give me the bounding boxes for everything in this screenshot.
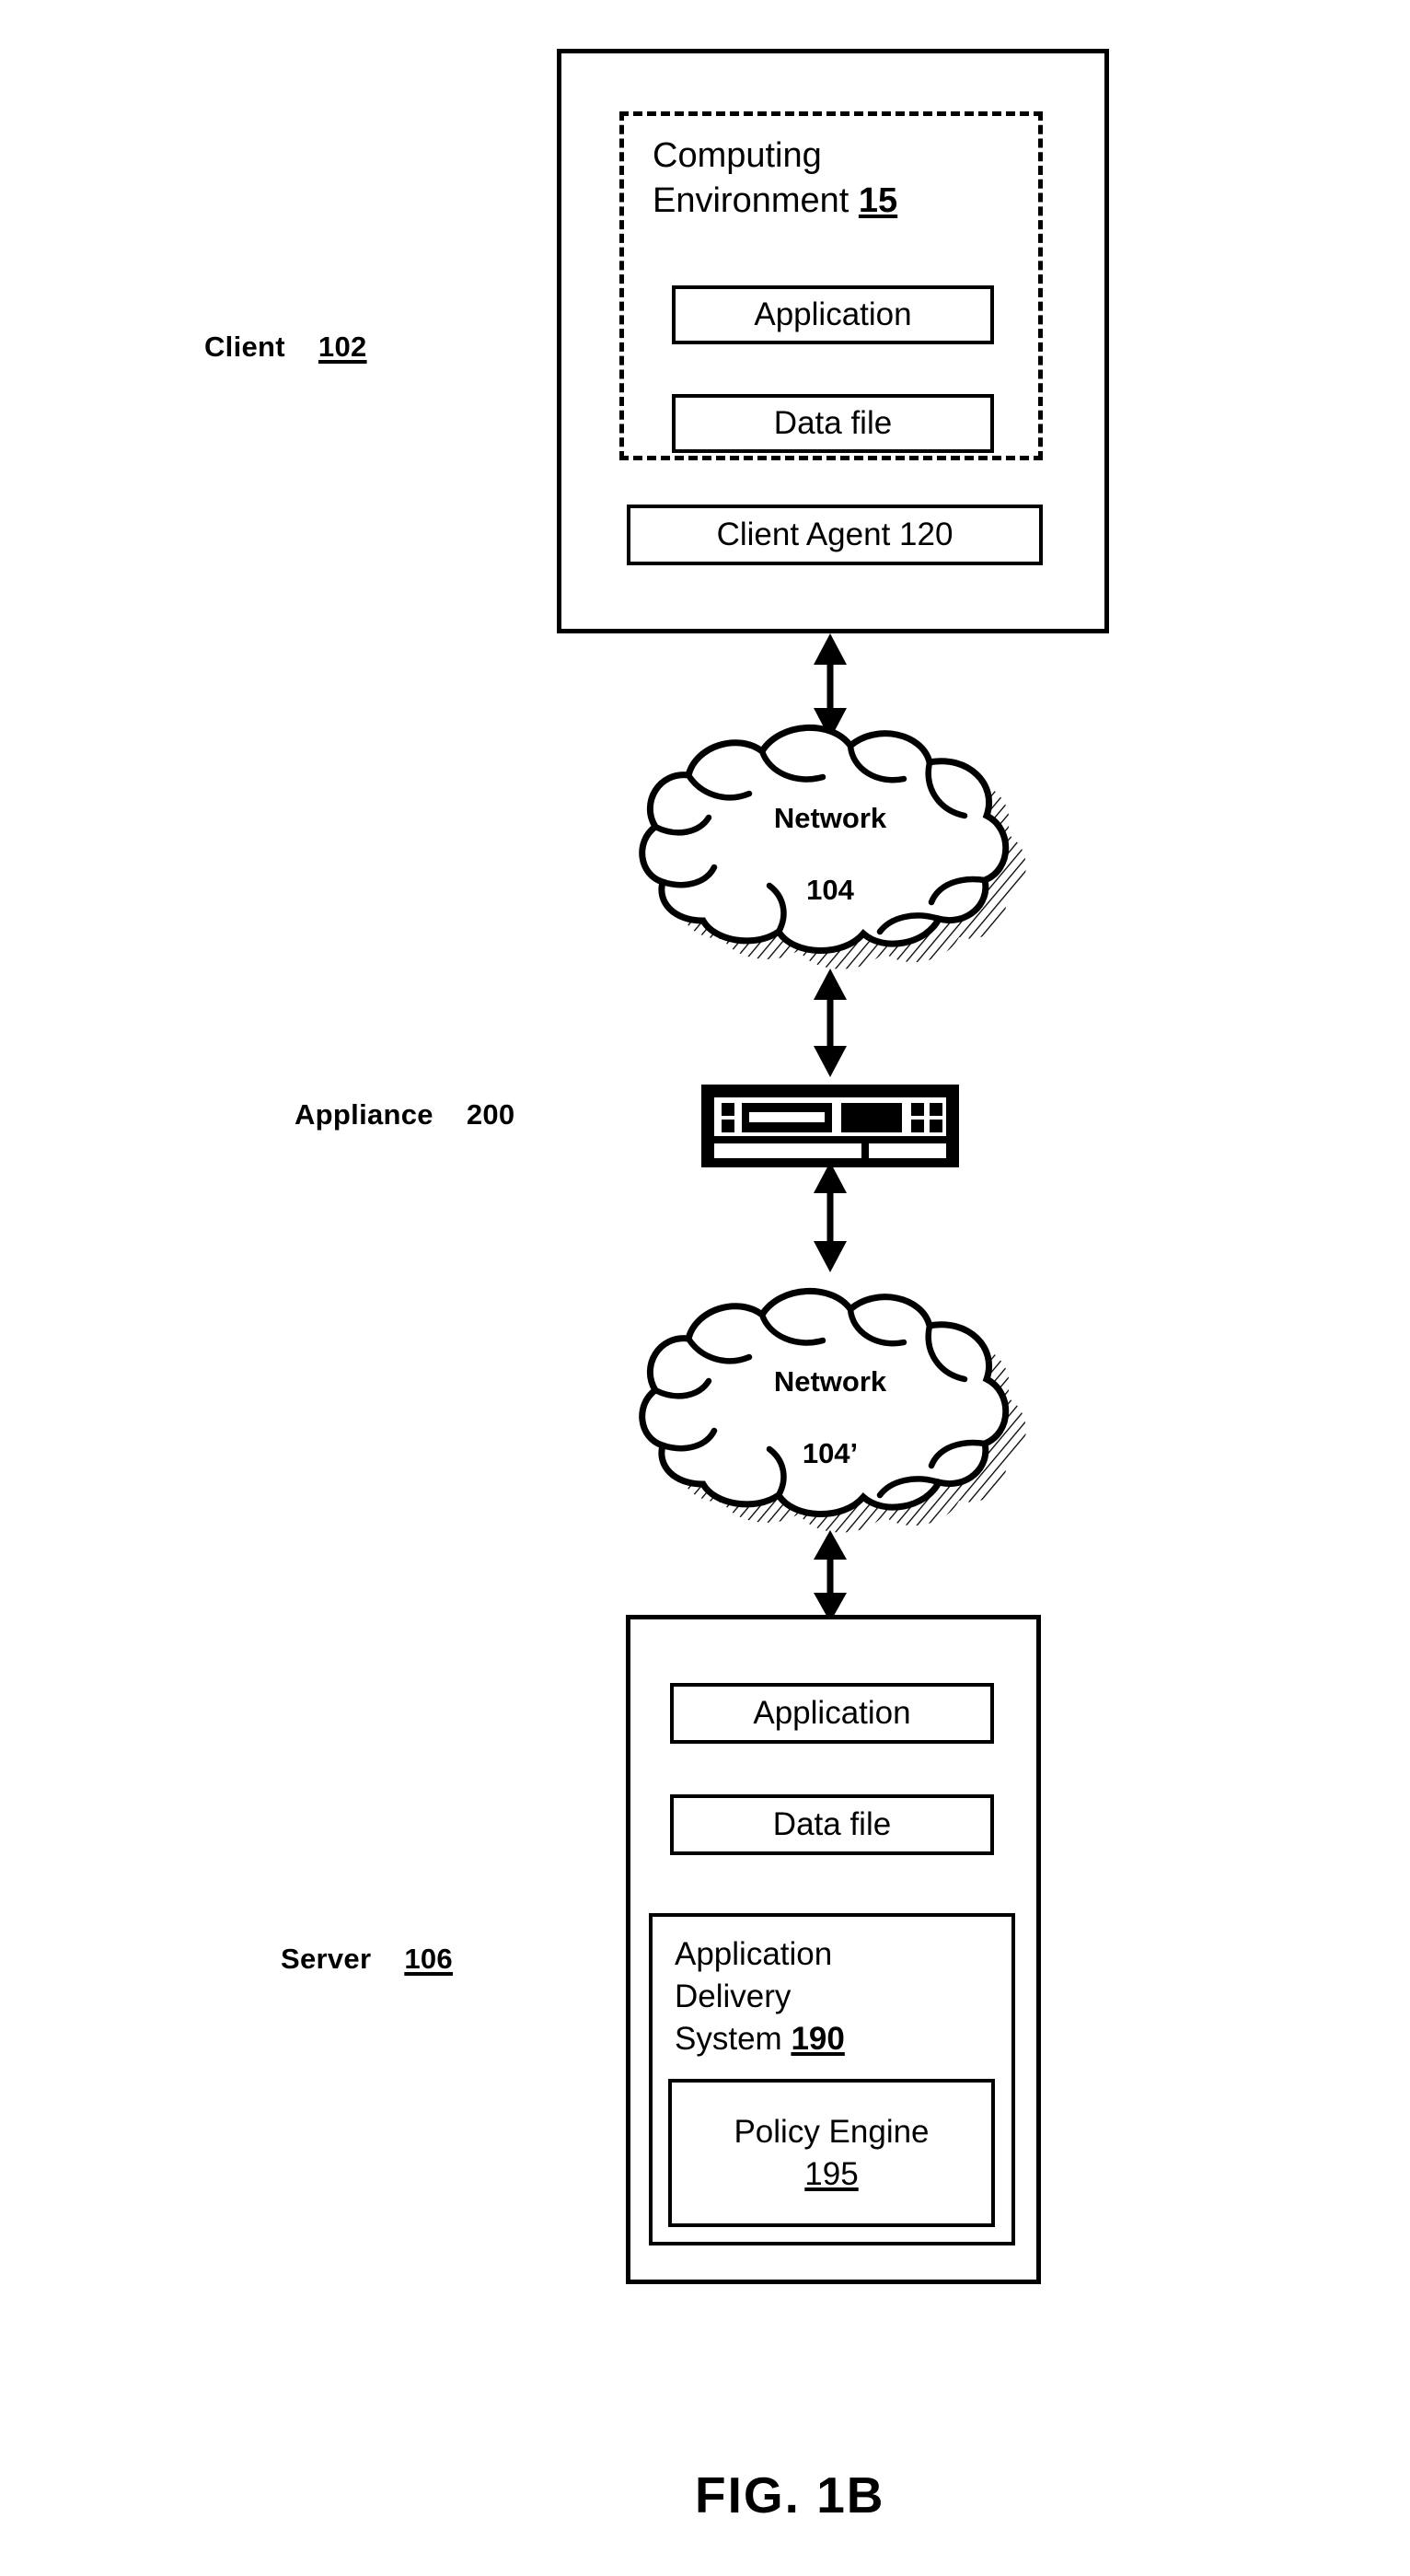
client-data-file-box: Data file bbox=[672, 394, 994, 453]
connector-network-appliance bbox=[793, 969, 867, 1077]
computing-environment-label: Computing Environment 15 bbox=[653, 133, 1030, 223]
policy-engine-label: Policy Engine 195 bbox=[734, 2111, 929, 2195]
client-side-label: Client 102 bbox=[204, 331, 367, 364]
client-agent-label: Client Agent 120 bbox=[716, 516, 953, 552]
appliance-side-label: Appliance 200 bbox=[295, 1098, 514, 1131]
connector-network2-server bbox=[793, 1530, 867, 1622]
client-data-file-label: Data file bbox=[773, 404, 893, 441]
client-application-box: Application bbox=[672, 285, 994, 344]
policy-engine-number: 195 bbox=[804, 2155, 859, 2192]
network-cloud-bottom: Network 104’ bbox=[618, 1271, 1042, 1537]
server-data-file-label: Data file bbox=[772, 1805, 892, 1842]
connector-appliance-network2 bbox=[793, 1162, 867, 1272]
network-top-name: Network bbox=[773, 802, 887, 834]
client-reference-number: 102 bbox=[318, 331, 367, 363]
server-label-text: Server bbox=[281, 1943, 372, 1975]
client-agent-box: Client Agent 120 bbox=[627, 505, 1043, 565]
computing-environment-line1: Computing bbox=[653, 136, 822, 175]
server-side-label: Server 106 bbox=[281, 1943, 453, 1976]
appliance-device-icon bbox=[701, 1085, 959, 1167]
application-delivery-system-label: Application Delivery System 190 bbox=[653, 1917, 845, 2061]
figure-caption: FIG. 1B bbox=[695, 2466, 885, 2524]
computing-environment-number: 15 bbox=[858, 180, 898, 220]
computing-environment-line2: Environment bbox=[653, 180, 849, 220]
network-cloud-top: Network 104 bbox=[618, 707, 1042, 974]
ads-line1: Application bbox=[675, 1936, 833, 1972]
server-data-file-box: Data file bbox=[670, 1794, 994, 1855]
client-label-text: Client bbox=[204, 331, 285, 363]
server-reference-number: 106 bbox=[404, 1943, 453, 1975]
ads-number: 190 bbox=[791, 2021, 845, 2058]
policy-engine-box: Policy Engine 195 bbox=[668, 2079, 995, 2227]
patent-figure-1b: Client 102 Computing Environment 15 Appli… bbox=[0, 0, 1410, 2576]
network-top-number: 104 bbox=[806, 873, 854, 906]
ads-line2: Delivery bbox=[675, 1978, 792, 2015]
network-top-text: Network 104 bbox=[618, 801, 1042, 908]
server-application-label: Application bbox=[753, 1694, 911, 1731]
policy-engine-name: Policy Engine bbox=[734, 2114, 930, 2150]
network-bottom-text: Network 104’ bbox=[618, 1364, 1042, 1471]
network-bottom-number: 104’ bbox=[802, 1436, 859, 1469]
client-application-label: Application bbox=[754, 296, 912, 332]
appliance-label-text: Appliance bbox=[295, 1098, 433, 1131]
network-bottom-name: Network bbox=[773, 1365, 887, 1398]
server-application-box: Application bbox=[670, 1683, 994, 1744]
ads-line3: System bbox=[675, 2021, 782, 2058]
appliance-reference-number: 200 bbox=[466, 1098, 515, 1131]
